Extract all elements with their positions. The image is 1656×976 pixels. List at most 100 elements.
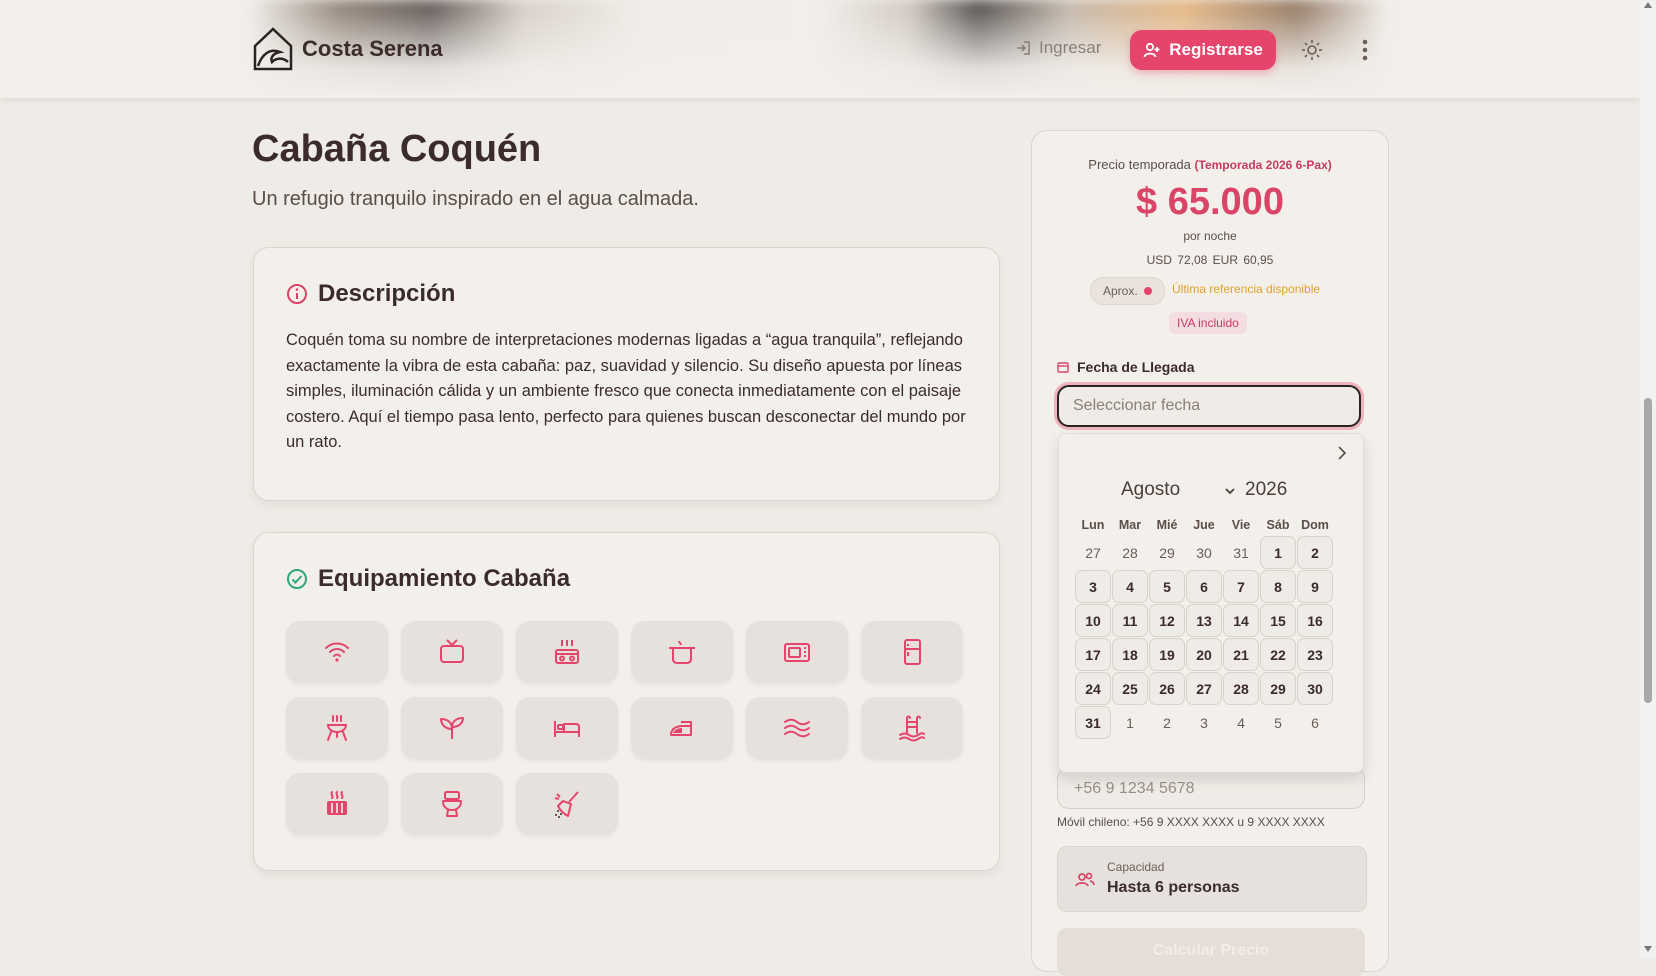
aprox-badge[interactable]: Aprox. bbox=[1090, 277, 1165, 305]
calendar-day[interactable]: 22 bbox=[1260, 638, 1296, 671]
weekday-label: Mié bbox=[1156, 518, 1178, 532]
amenity-microwave[interactable] bbox=[746, 621, 848, 683]
wifi-icon bbox=[325, 642, 349, 662]
capacity-box: Capacidad Hasta 6 personas bbox=[1057, 846, 1367, 912]
login-link[interactable]: Ingresar bbox=[1015, 38, 1101, 58]
amenity-stove[interactable] bbox=[516, 621, 618, 683]
calendar-day[interactable]: 3 bbox=[1075, 570, 1111, 603]
calendar-day[interactable]: 28 bbox=[1223, 672, 1259, 705]
calendar-day[interactable]: 5 bbox=[1149, 570, 1185, 603]
calendar-day[interactable]: 13 bbox=[1186, 604, 1222, 637]
amenity-wifi[interactable] bbox=[286, 621, 388, 683]
equipment-card: Equipamiento Cabaña bbox=[253, 532, 1000, 871]
stove-icon bbox=[555, 640, 579, 664]
weekday-label: Dom bbox=[1301, 518, 1329, 532]
check-circle-icon bbox=[287, 569, 307, 589]
more-options-icon[interactable] bbox=[1360, 38, 1370, 62]
arrival-date-input[interactable]: Seleccionar fecha bbox=[1057, 385, 1361, 427]
calendar-day[interactable]: 12 bbox=[1149, 604, 1185, 637]
scroll-thumb[interactable] bbox=[1644, 398, 1652, 703]
waves-icon bbox=[784, 718, 810, 738]
plant-icon bbox=[440, 717, 464, 739]
calendar-day[interactable]: 11 bbox=[1112, 604, 1148, 637]
sun-icon[interactable] bbox=[1300, 38, 1324, 62]
calendar-day[interactable]: 24 bbox=[1075, 672, 1111, 705]
calendar-day[interactable]: 7 bbox=[1223, 570, 1259, 603]
chevron-down-icon bbox=[1225, 488, 1235, 495]
calendar-day-outside: 4 bbox=[1237, 714, 1245, 731]
calendar-day[interactable]: 14 bbox=[1223, 604, 1259, 637]
heater-icon bbox=[327, 791, 347, 815]
calendar-day[interactable]: 4 bbox=[1112, 570, 1148, 603]
description-card: Descripción Coquén toma su nombre de int… bbox=[253, 247, 1000, 501]
amenity-toilet[interactable] bbox=[401, 773, 503, 835]
calendar-day-outside: 31 bbox=[1233, 544, 1249, 561]
amenity-refrigerator[interactable] bbox=[861, 621, 963, 683]
page-title: Cabaña Coquén bbox=[252, 128, 542, 170]
calendar-day[interactable]: 23 bbox=[1297, 638, 1333, 671]
login-label: Ingresar bbox=[1039, 38, 1102, 57]
amenity-iron[interactable] bbox=[631, 697, 733, 759]
calendar-day[interactable]: 31 bbox=[1075, 706, 1111, 739]
bed-icon bbox=[554, 721, 580, 737]
calendar-day[interactable]: 17 bbox=[1075, 638, 1111, 671]
register-label: Registrarse bbox=[1169, 40, 1263, 59]
calendar-day[interactable]: 20 bbox=[1186, 638, 1222, 671]
calendar-day[interactable]: 26 bbox=[1149, 672, 1185, 705]
amenity-grill[interactable] bbox=[286, 697, 388, 759]
weekday-label: Mar bbox=[1118, 518, 1142, 532]
calendar-day[interactable]: 15 bbox=[1260, 604, 1296, 637]
chevron-right-icon[interactable] bbox=[1335, 444, 1349, 462]
brand-logo[interactable]: Costa Serena bbox=[252, 26, 443, 72]
refrigerator-icon bbox=[904, 639, 921, 665]
calendar-day[interactable]: 10 bbox=[1075, 604, 1111, 637]
amenity-tv[interactable] bbox=[401, 621, 503, 683]
grill-icon bbox=[326, 715, 348, 741]
scroll-up-arrow-icon[interactable] bbox=[1644, 2, 1652, 8]
amenity-waves[interactable] bbox=[746, 697, 848, 759]
calendar-day[interactable]: 1 bbox=[1260, 536, 1296, 569]
calculate-price-button[interactable]: Calcular Precio bbox=[1057, 928, 1365, 976]
equipment-heading: Equipamiento Cabaña bbox=[286, 565, 570, 593]
calendar-day[interactable]: 16 bbox=[1297, 604, 1333, 637]
calendar-day[interactable]: 25 bbox=[1112, 672, 1148, 705]
calendar-day[interactable]: 21 bbox=[1223, 638, 1259, 671]
year-input[interactable]: 2026 bbox=[1245, 479, 1287, 501]
page-scrollbar[interactable] bbox=[1640, 0, 1656, 958]
calendar-day[interactable]: 6 bbox=[1186, 570, 1222, 603]
scroll-down-arrow-icon[interactable] bbox=[1644, 946, 1652, 952]
top-header: Costa Serena Ingresar Registrarse bbox=[0, 0, 1640, 98]
calendar-day-outside: 29 bbox=[1159, 544, 1175, 561]
amenity-bed[interactable] bbox=[516, 697, 618, 759]
season-name: (Temporada 2026 6-Pax) bbox=[1194, 158, 1332, 172]
phone-input[interactable]: +56 9 1234 5678 bbox=[1057, 767, 1365, 809]
users-icon bbox=[1075, 872, 1095, 887]
calendar-day-outside: 28 bbox=[1122, 544, 1138, 561]
wave-house-icon bbox=[253, 27, 293, 71]
amenity-pool[interactable] bbox=[861, 697, 963, 759]
amenity-cooking-pot[interactable] bbox=[631, 621, 733, 683]
pool-ladder-icon bbox=[899, 715, 925, 742]
amenity-cleaning[interactable] bbox=[516, 773, 618, 835]
calendar-day[interactable]: 27 bbox=[1186, 672, 1222, 705]
calendar-day-outside: 27 bbox=[1085, 544, 1101, 561]
description-heading: Descripción bbox=[286, 280, 455, 308]
calendar-day[interactable]: 9 bbox=[1297, 570, 1333, 603]
microwave-icon bbox=[784, 643, 810, 662]
calendar-day-outside: 1 bbox=[1126, 714, 1134, 731]
amenity-heater[interactable] bbox=[286, 773, 388, 835]
calendar-day[interactable]: 8 bbox=[1260, 570, 1296, 603]
calendar-day-outside: 5 bbox=[1274, 714, 1282, 731]
brand-name: Costa Serena bbox=[302, 36, 443, 61]
month-select[interactable]: Agosto bbox=[1121, 479, 1180, 501]
amenity-plant[interactable] bbox=[401, 697, 503, 759]
calendar-day-outside: 3 bbox=[1200, 714, 1208, 731]
calendar-day[interactable]: 19 bbox=[1149, 638, 1185, 671]
calendar-day[interactable]: 2 bbox=[1297, 536, 1333, 569]
weekday-label: Jue bbox=[1193, 518, 1215, 532]
user-plus-icon bbox=[1143, 42, 1160, 58]
register-button[interactable]: Registrarse bbox=[1130, 30, 1276, 70]
calendar-day[interactable]: 18 bbox=[1112, 638, 1148, 671]
calendar-day[interactable]: 30 bbox=[1297, 672, 1333, 705]
calendar-day[interactable]: 29 bbox=[1260, 672, 1296, 705]
